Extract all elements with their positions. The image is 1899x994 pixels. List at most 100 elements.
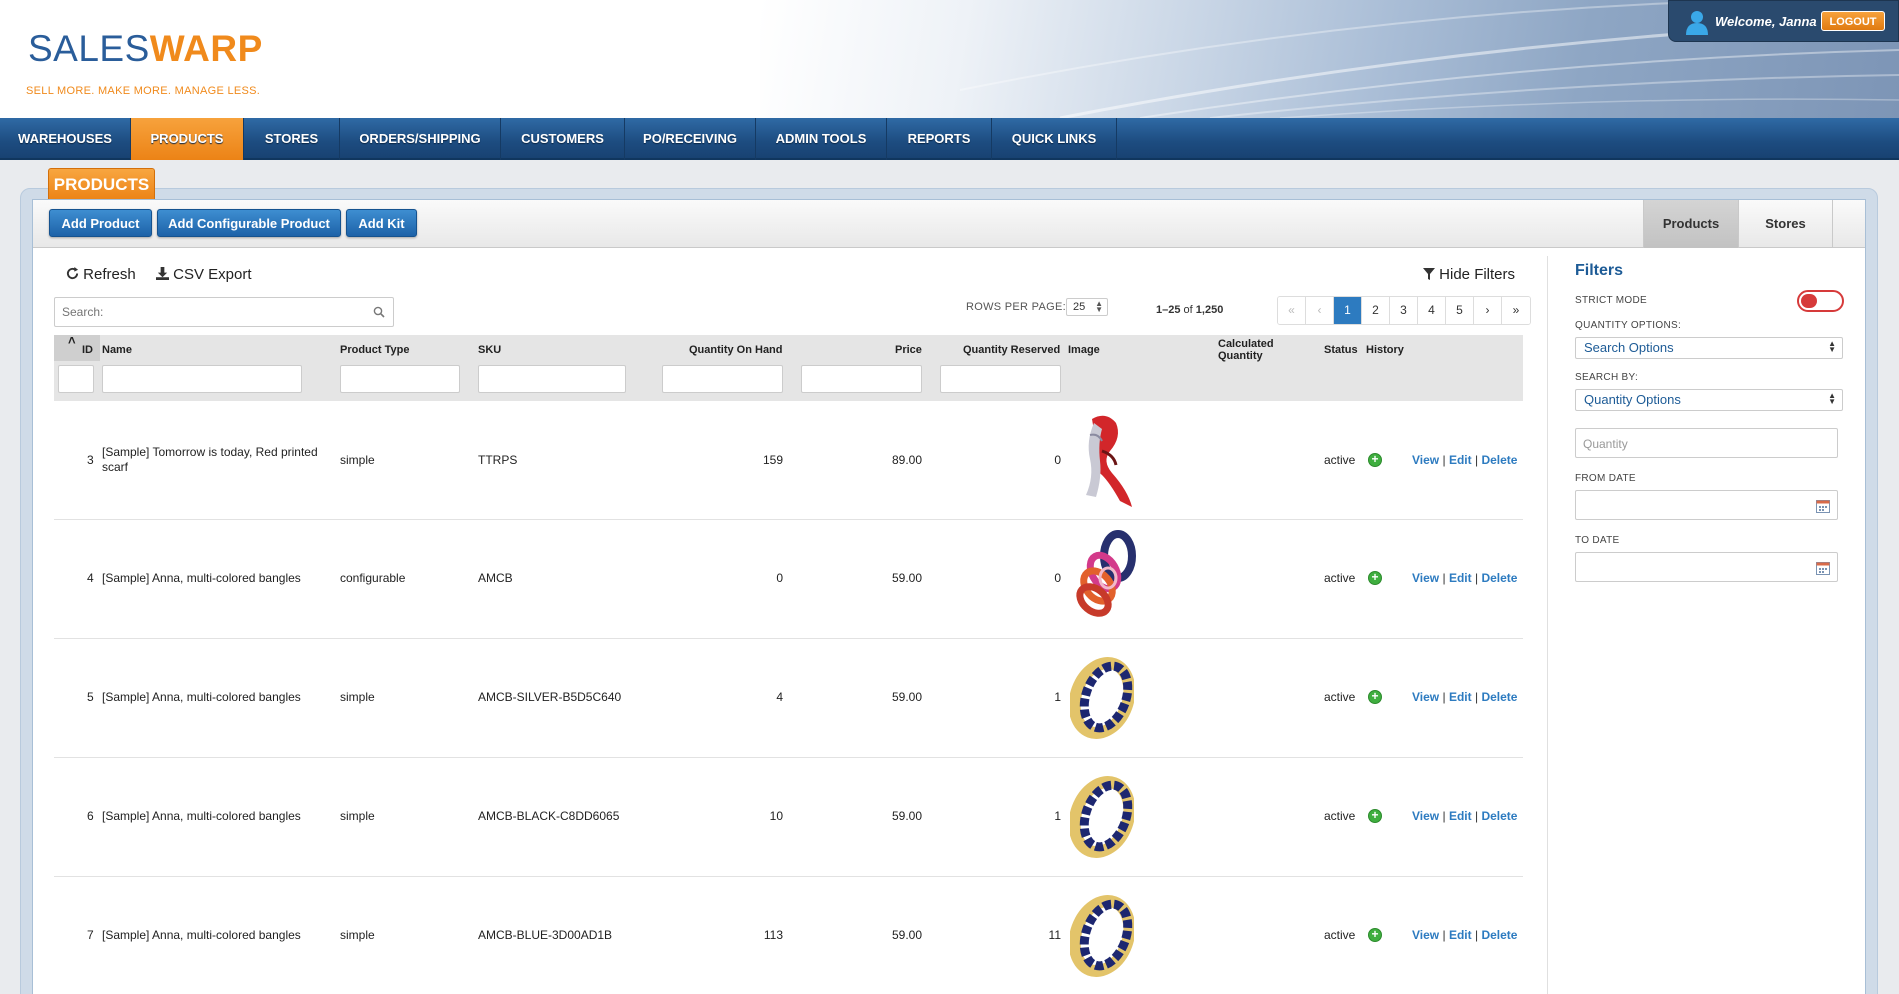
nav-item-quick-links[interactable]: QUICK LINKS xyxy=(992,118,1117,160)
delete-link[interactable]: Delete xyxy=(1481,453,1517,467)
select-arrows-icon: ▲ ▼ xyxy=(1828,391,1836,406)
edit-link[interactable]: Edit xyxy=(1449,571,1472,585)
product-thumbnail-bangles[interactable] xyxy=(1068,530,1144,628)
delete-link[interactable]: Delete xyxy=(1481,571,1517,585)
row-sku: TTRPS xyxy=(478,453,518,467)
add-kit-button[interactable]: Add Kit xyxy=(346,209,417,237)
pager-prev[interactable]: ‹ xyxy=(1306,297,1334,324)
row-price: 59.00 xyxy=(891,928,922,942)
saleswarp-logo[interactable]: SALESWARP xyxy=(28,28,263,70)
view-link[interactable]: View xyxy=(1412,809,1439,823)
pager-page-5[interactable]: 5 xyxy=(1446,297,1474,324)
pager-page-3[interactable]: 3 xyxy=(1390,297,1418,324)
history-icon[interactable] xyxy=(1368,570,1382,585)
search-field[interactable] xyxy=(54,297,394,327)
edit-link[interactable]: Edit xyxy=(1449,809,1472,823)
filter-product-type-input[interactable] xyxy=(340,365,460,393)
calendar-icon[interactable] xyxy=(1816,499,1830,513)
refresh-button[interactable]: Refresh xyxy=(66,266,136,283)
nav-item-po-receiving[interactable]: PO/RECEIVING xyxy=(625,118,756,160)
row-status: active xyxy=(1324,571,1356,585)
row-actions: View | Edit | Delete xyxy=(1412,809,1517,823)
row-price: 59.00 xyxy=(891,690,922,704)
rows-per-page-select[interactable]: 25 ▲ ▼ xyxy=(1066,298,1108,316)
row-id: 4 xyxy=(87,571,94,585)
nav-item-orders-shipping[interactable]: ORDERS/SHIPPING xyxy=(340,118,501,160)
filter-name-input[interactable] xyxy=(102,365,302,393)
row-id: 7 xyxy=(87,928,94,942)
row-sku: AMCB-BLACK-C8DD6065 xyxy=(478,809,620,823)
col-header-id[interactable]: ID xyxy=(82,344,93,356)
col-header-calculated-quantity[interactable]: Calculated Quantity xyxy=(1218,338,1274,362)
nav-item-products[interactable]: PRODUCTS xyxy=(131,118,244,160)
history-icon[interactable] xyxy=(1368,452,1382,467)
quantity-options-select[interactable]: Search Options ▲ ▼ xyxy=(1575,337,1843,359)
calendar-icon[interactable] xyxy=(1816,561,1830,575)
pager-page-4[interactable]: 4 xyxy=(1418,297,1446,324)
pager-last[interactable]: » xyxy=(1502,297,1530,324)
col-header-sku[interactable]: SKU xyxy=(478,344,501,356)
logout-button[interactable]: LOGOUT xyxy=(1821,11,1885,31)
separator: | xyxy=(1474,571,1479,585)
nav-item-stores[interactable]: STORES xyxy=(244,118,340,160)
from-date-label: FROM DATE xyxy=(1575,473,1636,484)
pager-first[interactable]: « xyxy=(1278,297,1306,324)
sort-indicator-icon[interactable]: ˄ xyxy=(68,333,76,348)
col-header-qty-reserved[interactable]: Quantity Reserved xyxy=(963,344,1060,356)
view-link[interactable]: View xyxy=(1412,928,1439,942)
col-header-name[interactable]: Name xyxy=(102,344,132,356)
edit-link[interactable]: Edit xyxy=(1449,453,1472,467)
row-type: simple xyxy=(340,453,375,467)
hide-filters-button[interactable]: Hide Filters xyxy=(1423,266,1515,283)
col-header-qty-on-hand[interactable]: Quantity On Hand xyxy=(689,344,783,356)
product-thumbnail-bangle[interactable] xyxy=(1070,776,1134,858)
col-header-product-type[interactable]: Product Type xyxy=(340,344,409,356)
filter-sku-input[interactable] xyxy=(478,365,626,393)
edit-link[interactable]: Edit xyxy=(1449,928,1472,942)
filter-price-input[interactable] xyxy=(801,365,922,393)
history-icon[interactable] xyxy=(1368,927,1382,942)
nav-item-reports[interactable]: REPORTS xyxy=(887,118,992,160)
view-link[interactable]: View xyxy=(1412,690,1439,704)
strict-mode-toggle[interactable] xyxy=(1797,290,1844,312)
separator: | xyxy=(1474,928,1479,942)
search-by-select[interactable]: Quantity Options ▲ ▼ xyxy=(1575,389,1843,411)
edit-link[interactable]: Edit xyxy=(1449,690,1472,704)
pager-next[interactable]: › xyxy=(1474,297,1502,324)
history-icon[interactable] xyxy=(1368,689,1382,704)
tab-products[interactable]: Products xyxy=(1643,200,1738,248)
row-name: [Sample] Anna, multi-colored bangles xyxy=(102,571,301,585)
tab-stores[interactable]: Stores xyxy=(1738,200,1833,248)
filter-qty-reserved-input[interactable] xyxy=(940,365,1061,393)
delete-link[interactable]: Delete xyxy=(1481,690,1517,704)
history-icon[interactable] xyxy=(1368,808,1382,823)
search-input[interactable] xyxy=(55,298,355,326)
nav-item-warehouses[interactable]: WAREHOUSES xyxy=(0,118,131,160)
table-row: 6 [Sample] Anna, multi-colored bangles s… xyxy=(54,758,1523,877)
col-header-status[interactable]: Status xyxy=(1324,344,1358,356)
filter-id-input[interactable] xyxy=(58,365,94,393)
pager-page-1[interactable]: 1 xyxy=(1334,297,1362,324)
product-thumbnail-bangle[interactable] xyxy=(1070,895,1134,977)
view-link[interactable]: View xyxy=(1412,453,1439,467)
nav-item-admin-tools[interactable]: ADMIN TOOLS xyxy=(756,118,887,160)
delete-link[interactable]: Delete xyxy=(1481,928,1517,942)
filter-qty-on-hand-input[interactable] xyxy=(662,365,783,393)
add-configurable-product-button[interactable]: Add Configurable Product xyxy=(157,209,341,237)
to-date-input[interactable] xyxy=(1575,552,1838,582)
row-status: active xyxy=(1324,809,1356,823)
range-total: 1,250 xyxy=(1195,304,1224,316)
view-link[interactable]: View xyxy=(1412,571,1439,585)
product-thumbnail-scarf[interactable] xyxy=(1072,411,1142,509)
tagline: SELL MORE. MAKE MORE. MANAGE LESS. xyxy=(26,85,261,97)
sort-header-cell[interactable] xyxy=(54,335,100,361)
product-thumbnail-bangle[interactable] xyxy=(1070,657,1134,739)
col-header-price[interactable]: Price xyxy=(895,344,922,356)
nav-item-customers[interactable]: CUSTOMERS xyxy=(501,118,625,160)
from-date-input[interactable] xyxy=(1575,490,1838,520)
csv-export-button[interactable]: CSV Export xyxy=(156,266,252,283)
pager-page-2[interactable]: 2 xyxy=(1362,297,1390,324)
quantity-input[interactable]: Quantity xyxy=(1575,428,1838,458)
delete-link[interactable]: Delete xyxy=(1481,809,1517,823)
add-product-button[interactable]: Add Product xyxy=(49,209,152,237)
